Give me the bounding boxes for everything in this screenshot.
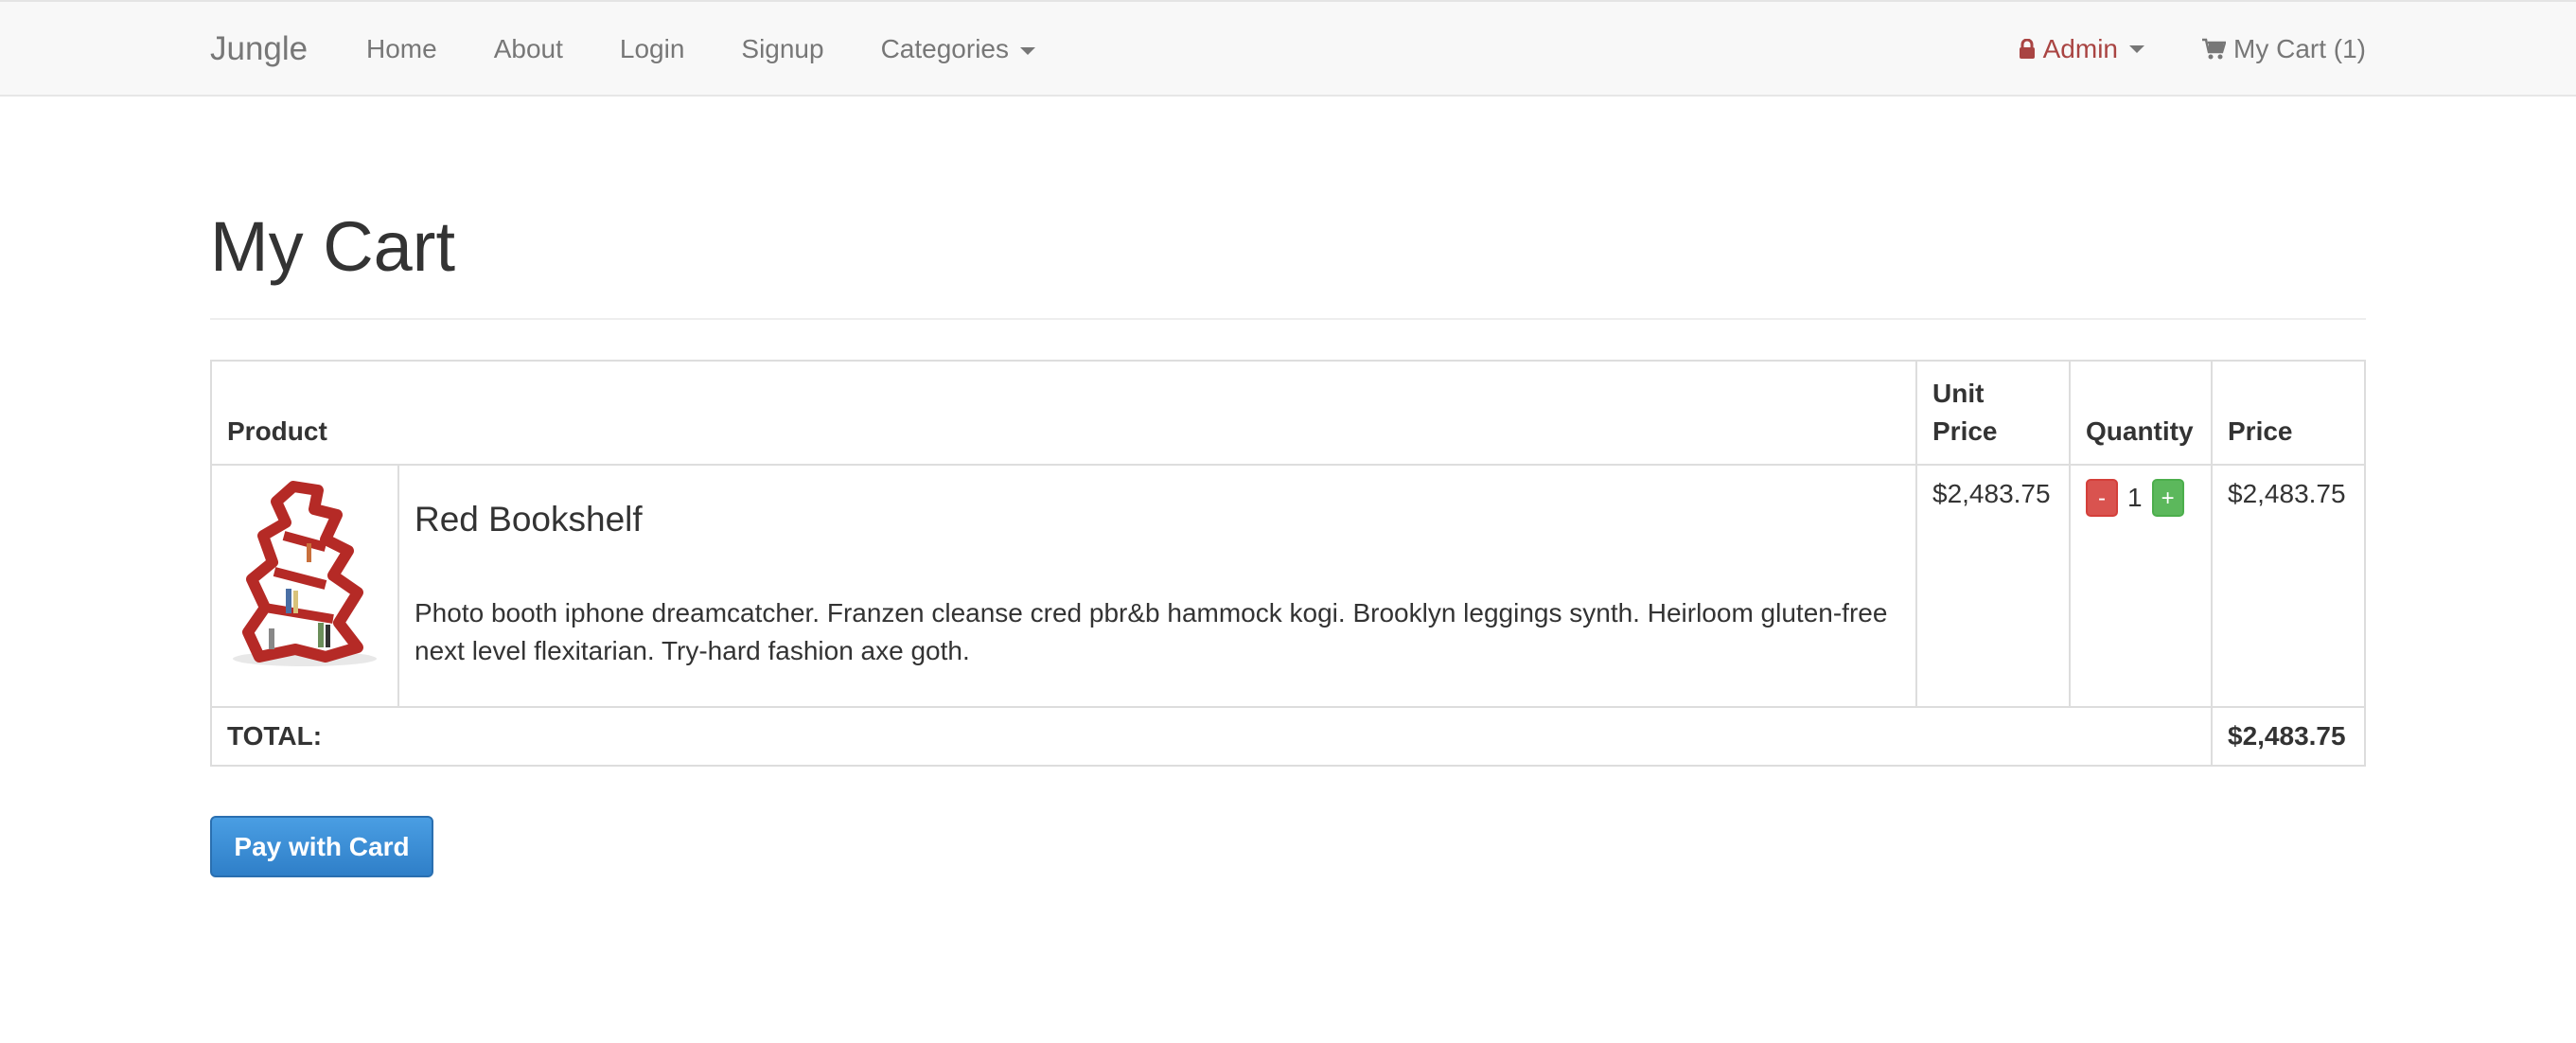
product-details-cell: Red Bookshelf Photo booth iphone dreamca… — [397, 464, 1917, 708]
quantity-cell: - 1 + — [2069, 464, 2213, 708]
quantity-value: 1 — [2127, 483, 2143, 512]
my-cart-link[interactable]: My Cart (1) — [2201, 34, 2366, 64]
categories-dropdown[interactable]: Categories — [881, 34, 1035, 64]
unit-price: $2,483.75 — [1915, 464, 2071, 708]
total-row: TOTAL: $2,483.75 — [210, 706, 2366, 767]
nav-link-signup[interactable]: Signup — [741, 34, 823, 64]
categories-label: Categories — [880, 34, 1009, 63]
nav-link-home[interactable]: Home — [366, 34, 437, 64]
decrease-quantity-button[interactable]: - — [2086, 479, 2118, 517]
admin-dropdown[interactable]: Admin — [2019, 34, 2144, 64]
brand-logo[interactable]: Jungle — [210, 30, 308, 68]
cart-table: Product Unit Price Quantity Price Red Bo… — [210, 360, 2366, 767]
header-price: Price — [2211, 360, 2366, 466]
nav-link-about[interactable]: About — [494, 34, 563, 64]
total-value: $2,483.75 — [2211, 706, 2366, 767]
page-title: My Cart — [210, 207, 455, 286]
total-label: TOTAL: — [210, 706, 2213, 767]
nav-link-login[interactable]: Login — [620, 34, 685, 64]
navbar: Jungle Home About Login Signup Categorie… — [0, 0, 2576, 97]
line-price: $2,483.75 — [2211, 464, 2366, 708]
header-product: Product — [210, 360, 1917, 466]
product-image — [233, 481, 377, 666]
table-row: Red Bookshelf Photo booth iphone dreamca… — [210, 464, 2366, 708]
nav-right: Admin My Cart (1) — [2019, 34, 2366, 64]
title-divider — [210, 318, 2366, 320]
navbar-inner: Jungle Home About Login Signup Categorie… — [210, 2, 2366, 95]
chevron-down-icon — [1019, 46, 1035, 55]
pay-with-card-button[interactable]: Pay with Card — [210, 816, 433, 877]
header-quantity: Quantity — [2069, 360, 2213, 466]
product-description: Photo booth iphone dreamcatcher. Franzen… — [415, 598, 1888, 665]
product-name[interactable]: Red Bookshelf — [415, 500, 1900, 539]
quantity-stepper: - 1 + — [2086, 479, 2196, 517]
admin-label: Admin — [2042, 34, 2118, 63]
nav-links: Home About Login Signup Categories — [366, 34, 1035, 64]
table-header-row: Product Unit Price Quantity Price — [210, 360, 2366, 466]
lock-icon — [2019, 39, 2036, 60]
shopping-cart-icon — [2201, 38, 2226, 61]
product-image-cell — [210, 464, 399, 708]
chevron-down-icon — [2129, 45, 2144, 53]
increase-quantity-button[interactable]: + — [2151, 479, 2184, 517]
my-cart-label: My Cart (1) — [2233, 34, 2366, 63]
header-unit-price: Unit Price — [1915, 360, 2071, 466]
